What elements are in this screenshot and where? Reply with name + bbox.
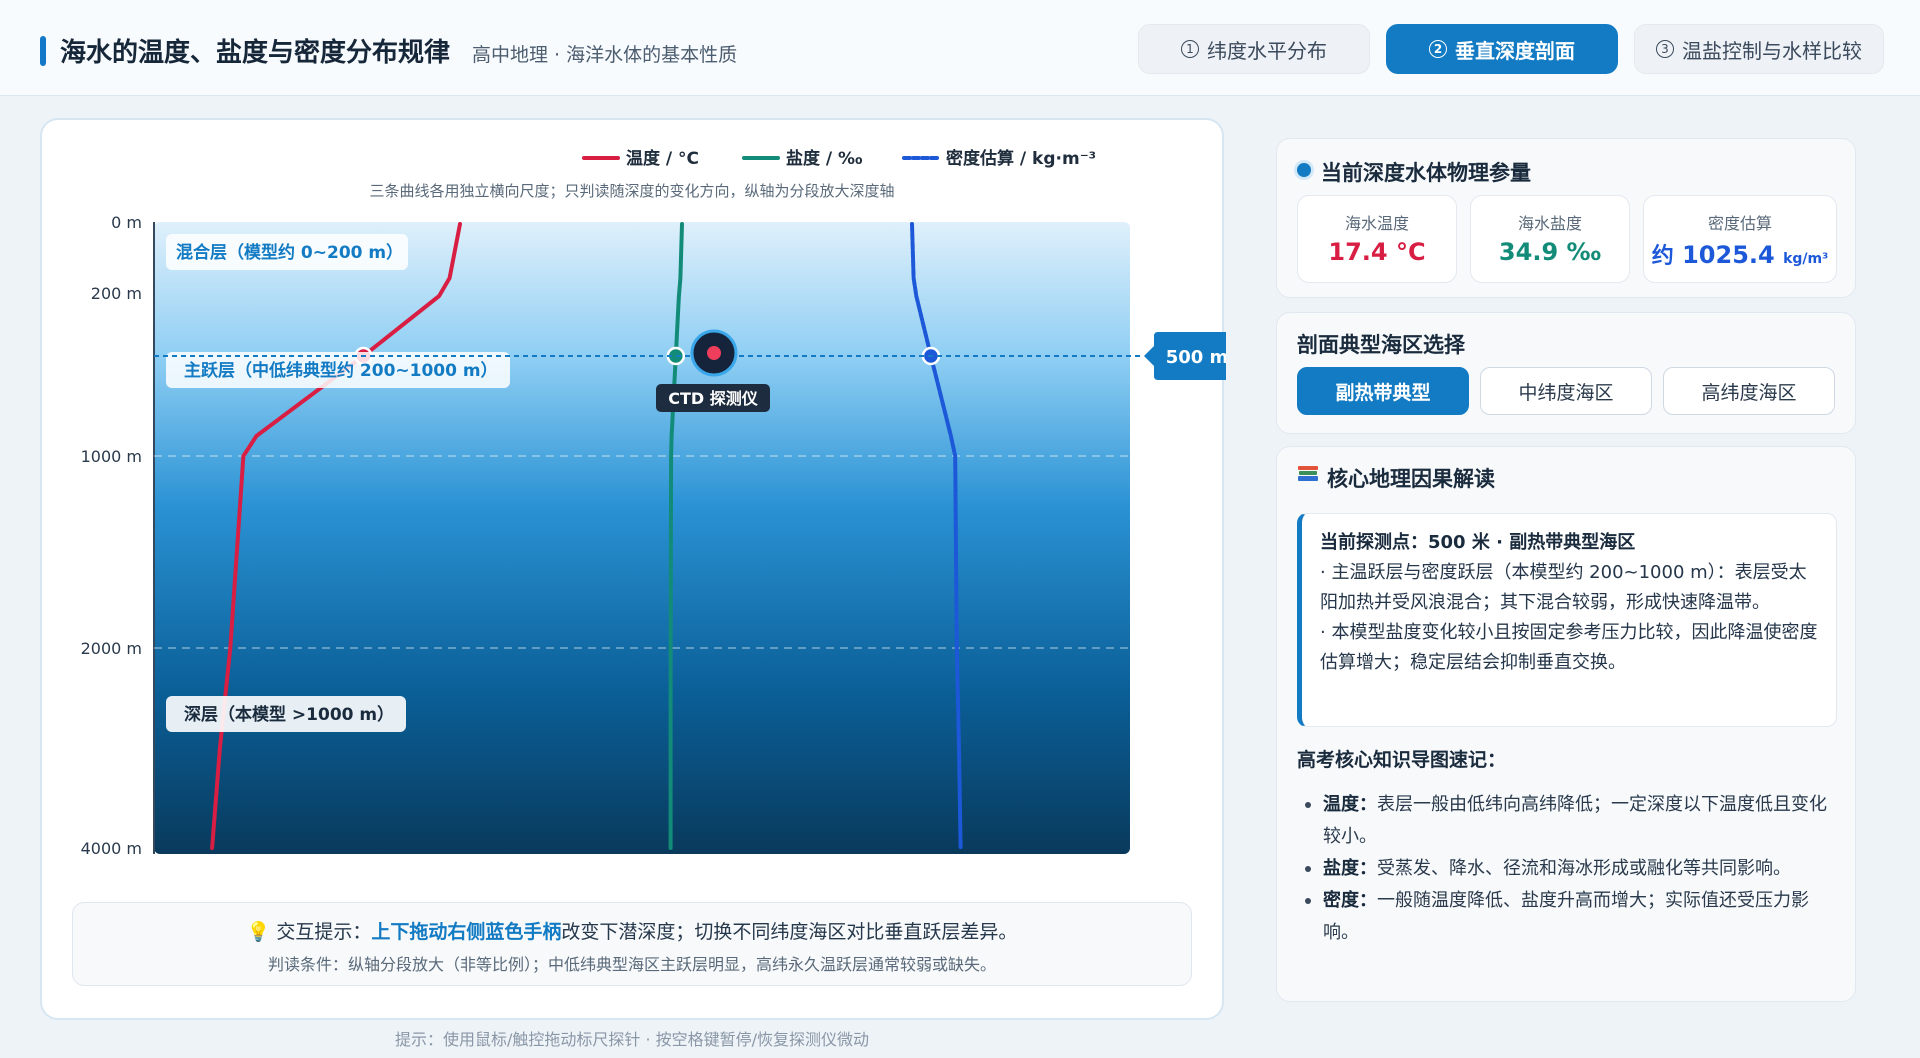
circled-number-icon: 3 bbox=[1656, 40, 1674, 58]
param-den-value-wrap: 约 1025.4 kg/m³ bbox=[1644, 238, 1836, 270]
footer-tip: 提示：使用鼠标/触控拖动标尺探针 · 按空格键暂停/恢复探测仪微动 bbox=[394, 1030, 870, 1049]
circled-number-icon: 2 bbox=[1429, 40, 1447, 58]
tab-label: 垂直深度剖面 bbox=[1455, 38, 1575, 63]
legend-density-label: 密度估算 / kg·m⁻³ bbox=[946, 148, 1096, 169]
thermocline-label: 主跃层（中低纬典型约 200~1000 m） bbox=[184, 360, 498, 381]
depth-handle-label: 500 m bbox=[1166, 347, 1226, 368]
tab-ts-control[interactable]: 3 温盐控制与水样比较 bbox=[1634, 24, 1884, 74]
param-den-prefix: 约 bbox=[1651, 244, 1674, 269]
interaction-hint: 💡 交互提示：上下拖动右侧蓝色手柄改变下潜深度；切换不同纬度海区对比垂直跃层差异… bbox=[73, 917, 1191, 944]
param-den-value: 1025.4 bbox=[1682, 241, 1775, 269]
knowledge-key: 温度： bbox=[1323, 794, 1377, 815]
knowledge-text: 受蒸发、降水、径流和海冰形成或融化等共同影响。 bbox=[1377, 858, 1791, 879]
page-title: 海水的温度、盐度与密度分布规律 bbox=[60, 38, 451, 68]
knowledge-text: 一般随温度降低、盐度升高而增大；实际值还受压力影响。 bbox=[1323, 890, 1809, 943]
chart-note: 三条曲线各用独立横向尺度；只判读随深度的变化方向，纵轴为分段放大深度轴 bbox=[369, 182, 894, 200]
knowledge-item-temperature: 温度：表层一般由低纬向高纬降低；一定深度以下温度低且变化较小。 bbox=[1301, 789, 1831, 853]
circled-number-icon: 1 bbox=[1181, 40, 1199, 58]
param-den-label: 密度估算 bbox=[1707, 214, 1772, 233]
deep-layer-label: 深层（本模型 >1000 m） bbox=[184, 704, 394, 725]
tab-latitude-distribution[interactable]: 1 纬度水平分布 bbox=[1138, 24, 1370, 74]
params-panel: 当前深度水体物理参量 海水温度 17.4 °C 海水盐度 34.9 ‰ 密度估算… bbox=[1276, 138, 1856, 298]
app-header: 海水的温度、盐度与密度分布规律 高中地理 · 海洋水体的基本性质 1 纬度水平分… bbox=[0, 0, 1920, 96]
profile-chart-card: 温度 / °C 盐度 / ‰ 密度估算 / kg·m⁻³ 三条曲线各用独立横向尺… bbox=[40, 118, 1226, 1020]
depth-drag-handle[interactable]: 500 m bbox=[1144, 332, 1226, 380]
tab-label: 纬度水平分布 bbox=[1207, 38, 1327, 63]
hint-prefix: 交互提示： bbox=[276, 921, 372, 943]
legend-salinity-label: 盐度 / ‰ bbox=[786, 148, 863, 169]
tab-vertical-profile[interactable]: 2 垂直深度剖面 bbox=[1386, 24, 1618, 74]
explain-current-point: 当前探测点：500 米 · 副热带典型海区 bbox=[1320, 532, 1636, 553]
knowledge-list: 温度：表层一般由低纬向高纬降低；一定深度以下温度低且变化较小。 盐度：受蒸发、降… bbox=[1301, 789, 1831, 949]
reading-conditions: 判读条件：纵轴分段放大（非等比例）；中低纬典型海区主跃层明显，高纬永久温跃层通常… bbox=[267, 955, 996, 974]
depth-tick-label: 0 m bbox=[111, 213, 142, 232]
title-accent-bar bbox=[40, 36, 46, 66]
region-panel: 剖面典型海区选择 副热带典型 中纬度海区 高纬度海区 bbox=[1276, 312, 1856, 434]
region-highlatitude-button[interactable]: 高纬度海区 bbox=[1663, 367, 1835, 415]
ctd-probe-light bbox=[707, 346, 721, 360]
knowledge-item-density: 密度：一般随温度降低、盐度升高而增大；实际值还受压力影响。 bbox=[1301, 885, 1831, 949]
hint-suffix: 改变下潜深度；切换不同纬度海区对比垂直跃层差异。 bbox=[561, 921, 1018, 943]
knowledge-key: 密度： bbox=[1323, 890, 1377, 911]
knowledge-item-salinity: 盐度：受蒸发、降水、径流和海冰形成或融化等共同影响。 bbox=[1301, 853, 1831, 885]
param-temp-label: 海水温度 bbox=[1344, 214, 1409, 233]
lightbulb-icon: 💡 bbox=[246, 921, 277, 943]
knowledge-title: 高考核心知识导图速记： bbox=[1297, 749, 1507, 771]
depth-tick-label: 4000 m bbox=[81, 839, 142, 858]
region-midlatitude-button[interactable]: 中纬度海区 bbox=[1480, 367, 1652, 415]
profile-chart: 温度 / °C 盐度 / ‰ 密度估算 / kg·m⁻³ 三条曲线各用独立横向尺… bbox=[81, 148, 1226, 858]
param-density: 密度估算 约 1025.4 kg/m³ bbox=[1643, 195, 1837, 283]
param-salinity: 海水盐度 34.9 ‰ bbox=[1470, 195, 1630, 283]
explain-box: 当前探测点：500 米 · 副热带典型海区 · 主温跃层与密度跃层（本模型约 2… bbox=[1297, 513, 1837, 727]
status-dot-icon bbox=[1297, 163, 1311, 177]
param-den-unit: kg/m³ bbox=[1783, 251, 1829, 267]
explain-density: · 本模型盐度变化较小且按固定参考压力比较，因此降温使密度估算增大；稳定层结会抑… bbox=[1320, 622, 1818, 673]
books-icon bbox=[1298, 466, 1318, 481]
explain-title: 核心地理因果解读 bbox=[1327, 467, 1495, 491]
tab-label: 温盐控制与水样比较 bbox=[1682, 38, 1862, 63]
region-subtropical-button[interactable]: 副热带典型 bbox=[1297, 367, 1469, 415]
param-sal-label: 海水盐度 bbox=[1517, 214, 1582, 233]
knowledge-key: 盐度： bbox=[1323, 858, 1377, 879]
params-title: 当前深度水体物理参量 bbox=[1321, 161, 1531, 185]
ctd-probe-label: CTD 探测仪 bbox=[668, 389, 759, 408]
depth-tick-label: 200 m bbox=[91, 284, 142, 303]
mixed-layer-label: 混合层（模型约 0~200 m） bbox=[176, 242, 403, 263]
explain-panel: 核心地理因果解读 当前探测点：500 米 · 副热带典型海区 · 主温跃层与密度… bbox=[1276, 446, 1856, 1002]
knowledge-text: 表层一般由低纬向高纬降低；一定深度以下温度低且变化较小。 bbox=[1323, 794, 1827, 847]
param-sal-value: 34.9 ‰ bbox=[1498, 238, 1602, 266]
page-subtitle: 高中地理 · 海洋水体的基本性质 bbox=[472, 44, 738, 66]
depth-tick-label: 1000 m bbox=[81, 447, 142, 466]
interaction-hint-box: 💡 交互提示：上下拖动右侧蓝色手柄改变下潜深度；切换不同纬度海区对比垂直跃层差异… bbox=[72, 902, 1192, 986]
depth-tick-label: 2000 m bbox=[81, 639, 142, 658]
explain-thermocline: · 主温跃层与密度跃层（本模型约 200~1000 m）：表层受太阳加热并受风浪… bbox=[1320, 562, 1807, 613]
region-title: 剖面典型海区选择 bbox=[1297, 333, 1465, 357]
legend-temp-label: 温度 / °C bbox=[626, 148, 699, 169]
hint-highlight: 上下拖动右侧蓝色手柄 bbox=[371, 921, 562, 943]
param-temperature: 海水温度 17.4 °C bbox=[1297, 195, 1457, 283]
param-temp-value: 17.4 °C bbox=[1328, 238, 1426, 266]
ocean-background bbox=[154, 222, 1130, 854]
